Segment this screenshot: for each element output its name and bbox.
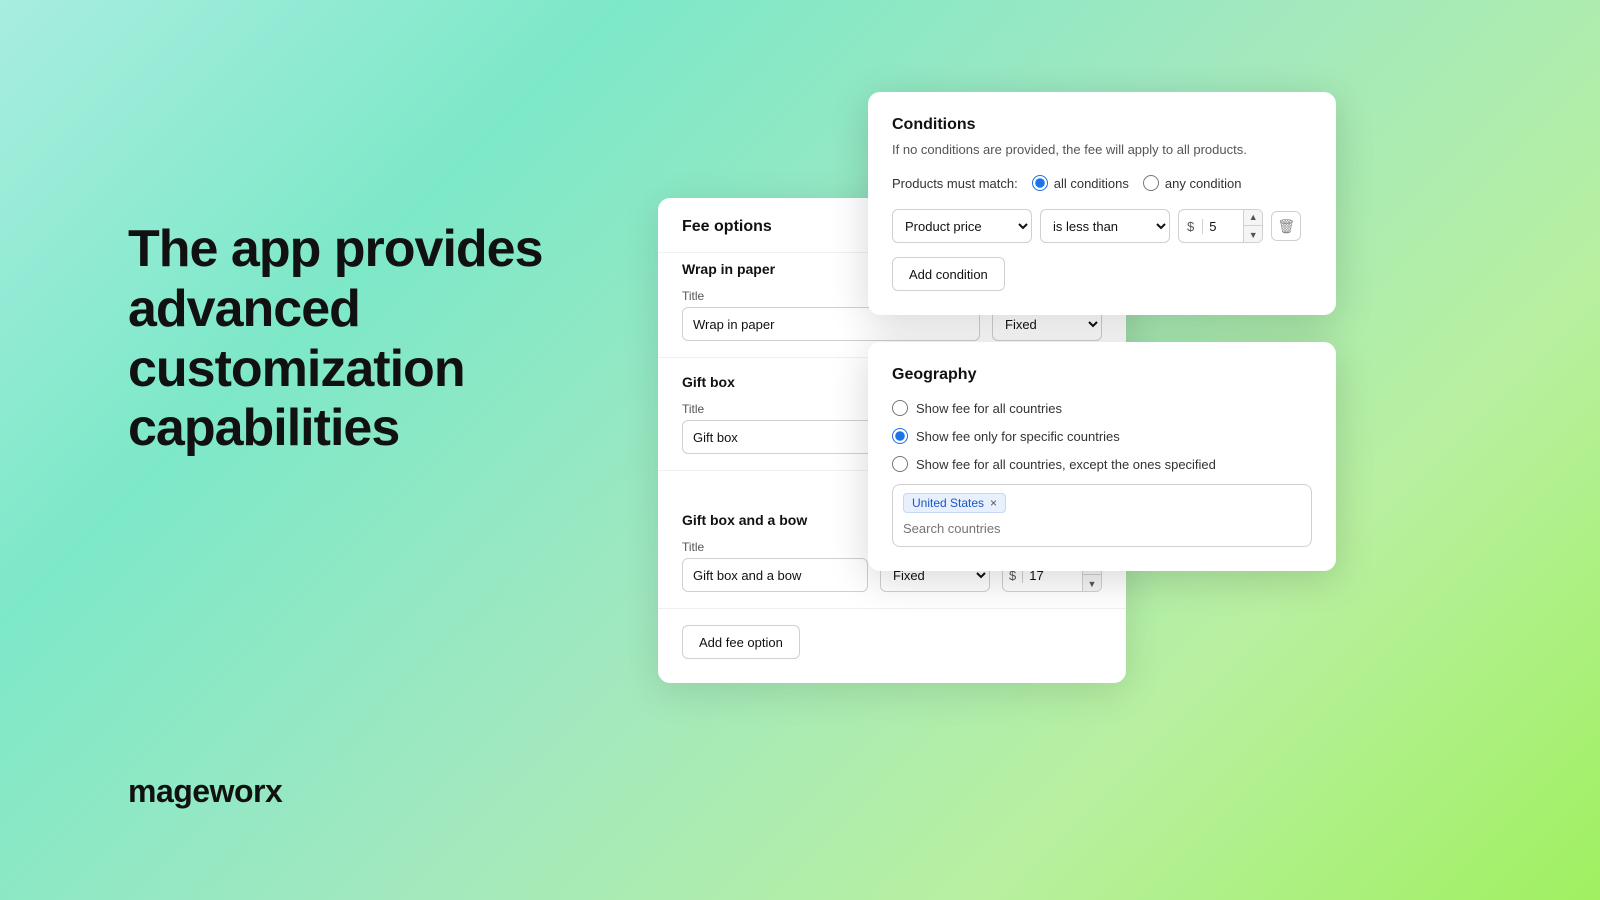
geo-except-radio[interactable]: [892, 456, 908, 472]
giftbox-bow-title-label: Title: [682, 540, 868, 554]
tag-row: United States ×: [903, 493, 1301, 513]
conditions-desc: If no conditions are provided, the fee w…: [892, 142, 1312, 157]
match-any-label: any condition: [1165, 176, 1242, 191]
geography-panel: Geography Show fee for all countries Sho…: [868, 342, 1336, 571]
add-fee-button[interactable]: Add fee option: [682, 625, 800, 659]
countries-field[interactable]: United States ×: [892, 484, 1312, 547]
fee-panel-title: Fee options: [682, 218, 772, 235]
country-tag-label: United States: [912, 496, 984, 510]
condition-value-wrapper: $ ▲ ▼: [1178, 209, 1263, 243]
match-all-option[interactable]: all conditions: [1032, 175, 1129, 191]
condition-operator-select[interactable]: is less than is greater than is equal to: [1040, 209, 1170, 243]
condition-row: Product price Product quantity Product w…: [892, 209, 1312, 243]
condition-field-select[interactable]: Product price Product quantity Product w…: [892, 209, 1032, 243]
geo-all-radio[interactable]: [892, 400, 908, 416]
country-tag-us: United States ×: [903, 493, 1006, 513]
condition-value-input[interactable]: [1203, 219, 1243, 234]
geo-specific-option[interactable]: Show fee only for specific countries: [892, 428, 1312, 444]
geo-except-label: Show fee for all countries, except the o…: [916, 457, 1216, 472]
conditions-panel: Conditions If no conditions are provided…: [868, 92, 1336, 315]
giftbox-bow-title-input[interactable]: [682, 558, 868, 592]
condition-spin-up[interactable]: ▲: [1244, 209, 1262, 226]
geo-except-option[interactable]: Show fee for all countries, except the o…: [892, 456, 1312, 472]
add-condition-button[interactable]: Add condition: [892, 257, 1005, 291]
match-all-label: all conditions: [1054, 176, 1129, 191]
search-countries-input[interactable]: [903, 519, 1301, 538]
match-any-radio[interactable]: [1143, 175, 1159, 191]
geography-title: Geography: [892, 366, 1312, 384]
delete-condition-button[interactable]: 🗑: [1271, 211, 1301, 241]
delete-condition-icon: 🗑: [1277, 218, 1295, 235]
geo-specific-label: Show fee only for specific countries: [916, 429, 1120, 444]
headline: The app provides advanced customization …: [128, 220, 648, 459]
geo-specific-radio[interactable]: [892, 428, 908, 444]
match-all-radio[interactable]: [1032, 175, 1048, 191]
brand-logo: mageworx: [128, 773, 282, 810]
value-spin-down[interactable]: ▼: [1083, 575, 1101, 592]
match-label: Products must match:: [892, 176, 1018, 191]
page: The app provides advanced customization …: [0, 0, 1600, 900]
giftbox-bow-title-group: Title: [682, 540, 868, 592]
match-row: Products must match: all conditions any …: [892, 175, 1312, 191]
geo-all-label: Show fee for all countries: [916, 401, 1062, 416]
condition-currency-symbol: $: [1179, 219, 1203, 234]
geo-all-option[interactable]: Show fee for all countries: [892, 400, 1312, 416]
condition-spin-down[interactable]: ▼: [1244, 226, 1262, 243]
condition-spinners: ▲ ▼: [1243, 209, 1262, 243]
country-tag-close[interactable]: ×: [990, 496, 997, 510]
left-content: The app provides advanced customization …: [128, 220, 648, 459]
conditions-title: Conditions: [892, 116, 1312, 134]
match-any-option[interactable]: any condition: [1143, 175, 1242, 191]
